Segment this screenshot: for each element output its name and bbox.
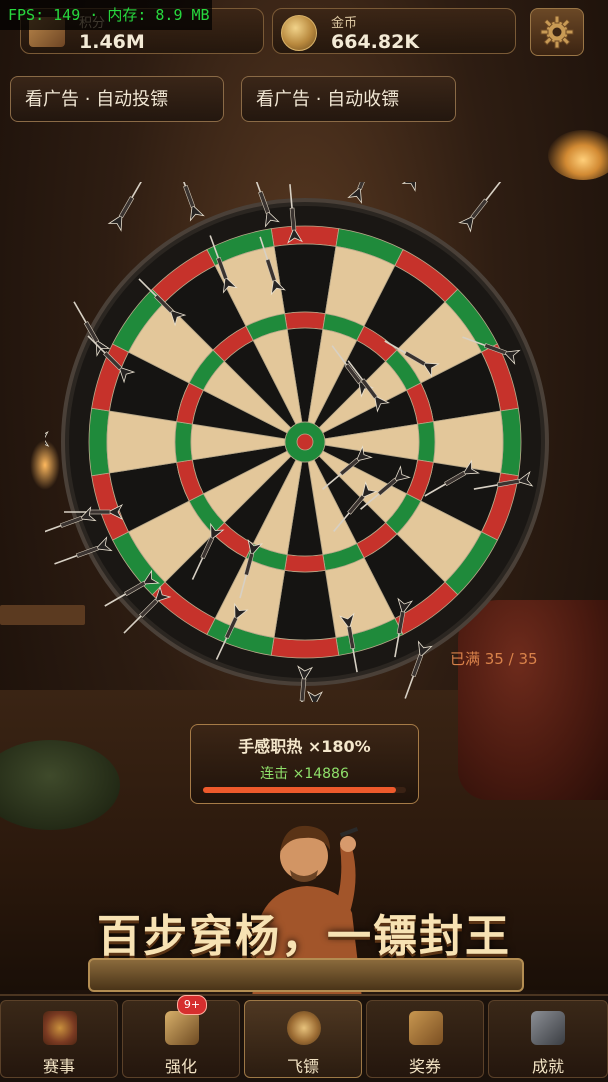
nav-label: 奖券	[408, 1057, 441, 1076]
upgrade-icon	[165, 1011, 199, 1045]
trophy-icon	[531, 1011, 565, 1045]
nav-item-events[interactable]: 赛事	[0, 1000, 118, 1078]
nav-label: 强化	[164, 1057, 197, 1076]
board-segment	[284, 554, 326, 573]
stuck-dart	[107, 182, 145, 232]
inner-bullseye	[296, 433, 314, 451]
board-segment	[88, 407, 110, 477]
combo-progress-track	[203, 787, 406, 793]
coin-icon	[281, 15, 317, 51]
board-segment	[270, 225, 340, 247]
nav-label: 成就	[531, 1057, 564, 1076]
ad-auto-throw-button[interactable]: 看广告 · 自动投镖	[10, 76, 224, 122]
dartboard[interactable]	[45, 182, 565, 702]
notification-badge: 9+	[177, 995, 207, 1015]
slogan-title: 百步穿杨，一镖封王	[97, 911, 511, 962]
combo-progress-fill	[203, 787, 396, 793]
board-segment	[270, 637, 340, 659]
nav-item-upgrade[interactable]: 9+ 强化	[122, 995, 240, 1078]
gold-value: 664.82K	[331, 31, 420, 53]
nav-item-tickets[interactable]: 奖券	[366, 1000, 484, 1078]
stuck-dart	[458, 182, 502, 233]
nav-label: 飞镖	[286, 1057, 319, 1076]
fps-overlay: FPS: 149 · 内存: 8.9 MB	[0, 0, 212, 30]
board-segment	[174, 421, 193, 463]
stuck-dart	[176, 182, 205, 222]
ticket-icon	[409, 1011, 443, 1045]
dart-capacity-label: 已满 35 / 35	[450, 650, 538, 668]
gold-panel: 金币 664.82K	[272, 8, 516, 54]
nav-label: 赛事	[42, 1057, 75, 1076]
combo-panel: 手感职热 ×180% 连击 ×14886	[190, 724, 419, 804]
board-segment	[500, 407, 522, 477]
dart-icon	[287, 1011, 321, 1045]
stuck-dart	[347, 182, 370, 204]
nav-item-achievements[interactable]: 成就	[488, 1000, 608, 1078]
bottom-nav: 赛事 9+ 强化 飞镖 奖券 成就	[0, 994, 608, 1082]
ad-auto-collect-button[interactable]: 看广告 · 自动收镖	[241, 76, 456, 122]
gold-label: 金币	[331, 16, 358, 31]
stuck-dart	[401, 182, 417, 192]
score-value: 1.46M	[79, 31, 145, 53]
combo-streak: 连击 ×14886	[260, 766, 349, 782]
gear-icon	[540, 15, 574, 49]
stuck-dart	[307, 690, 323, 702]
combo-multiplier: 手感职热 ×180%	[238, 737, 371, 756]
settings-button[interactable]	[530, 8, 584, 56]
target-icon	[43, 1011, 77, 1045]
board-segment	[284, 311, 326, 330]
slogan-plate	[88, 958, 524, 992]
nav-item-darts[interactable]: 飞镖	[244, 1000, 362, 1078]
board-segment	[417, 421, 436, 463]
stuck-dart	[45, 431, 50, 447]
